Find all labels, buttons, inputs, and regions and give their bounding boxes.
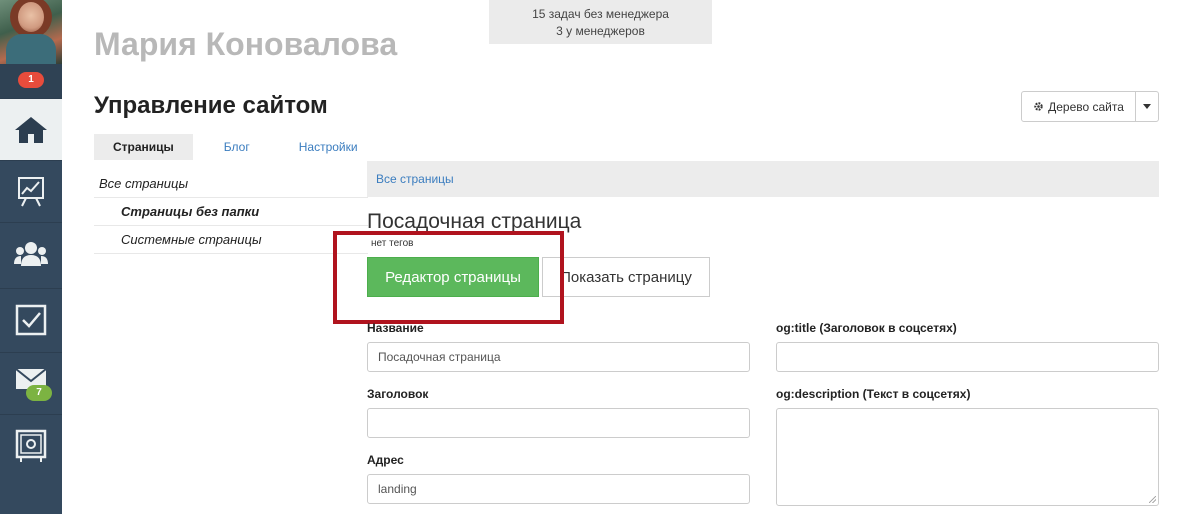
- name-field[interactable]: Посадочная страница: [367, 342, 750, 372]
- nav-home[interactable]: [0, 98, 62, 160]
- folder-list: Все страницы Страницы без папки Системны…: [94, 170, 368, 254]
- folder-all-pages[interactable]: Все страницы: [94, 170, 368, 198]
- nav-tasks[interactable]: [0, 288, 62, 350]
- folder-no-folder[interactable]: Страницы без папки: [94, 198, 368, 226]
- left-sidebar: 1 7: [0, 0, 62, 514]
- avatar[interactable]: [0, 0, 62, 64]
- og-description-label: og:description (Текст в соцсетях): [776, 387, 971, 401]
- chevron-down-icon: [1143, 104, 1151, 109]
- site-tree-label: Дерево сайта: [1048, 99, 1124, 114]
- app-root: 1 7 Мария Коновалова 15 задач без менедж…: [0, 0, 1200, 514]
- nav-mail[interactable]: 7: [0, 352, 62, 414]
- tasks-icon: [15, 304, 47, 335]
- site-tree-dropdown[interactable]: [1135, 91, 1159, 122]
- site-tree-button[interactable]: Дерево сайта: [1021, 91, 1136, 122]
- tabs: Страницы Блог Настройки: [94, 134, 358, 160]
- tab-blog[interactable]: Блог: [193, 134, 274, 160]
- chart-icon: [18, 176, 44, 206]
- home-icon: [15, 116, 47, 143]
- user-name: Мария Коновалова: [94, 26, 398, 62]
- address-field[interactable]: landing: [367, 474, 750, 504]
- breadcrumb: Все страницы: [367, 161, 1159, 197]
- safe-icon: [15, 429, 47, 462]
- tab-settings[interactable]: Настройки: [274, 134, 358, 160]
- notifications-row[interactable]: 1: [0, 64, 62, 98]
- og-description-field[interactable]: [776, 408, 1159, 506]
- users-icon: [14, 241, 48, 266]
- breadcrumb-all-pages[interactable]: Все страницы: [376, 172, 454, 186]
- heading-label: Заголовок: [367, 387, 429, 401]
- tab-pages[interactable]: Страницы: [94, 134, 193, 160]
- notifications-badge: 1: [18, 72, 44, 88]
- og-title-field[interactable]: [776, 342, 1159, 372]
- og-title-label: og:title (Заголовок в соцсетях): [776, 321, 957, 335]
- resize-handle[interactable]: [1149, 496, 1156, 503]
- task-summary-line1: 15 задач без менеджера: [532, 7, 669, 21]
- nav-reports[interactable]: [0, 160, 62, 222]
- gear-icon: [1034, 102, 1043, 111]
- nav-safe[interactable]: [0, 414, 62, 476]
- page-title: Управление сайтом: [94, 92, 328, 119]
- task-summary[interactable]: 15 задач без менеджера 3 у менеджеров: [489, 0, 712, 44]
- name-label: Название: [367, 321, 424, 335]
- show-page-button[interactable]: Показать страницу: [542, 257, 710, 297]
- address-label: Адрес: [367, 453, 404, 467]
- highlight-frame: [333, 231, 564, 324]
- folder-system-pages[interactable]: Системные страницы: [94, 226, 368, 254]
- nav-clients[interactable]: [0, 222, 62, 284]
- mail-badge: 7: [26, 385, 52, 401]
- task-summary-line2: 3 у менеджеров: [556, 24, 645, 38]
- heading-field[interactable]: [367, 408, 750, 438]
